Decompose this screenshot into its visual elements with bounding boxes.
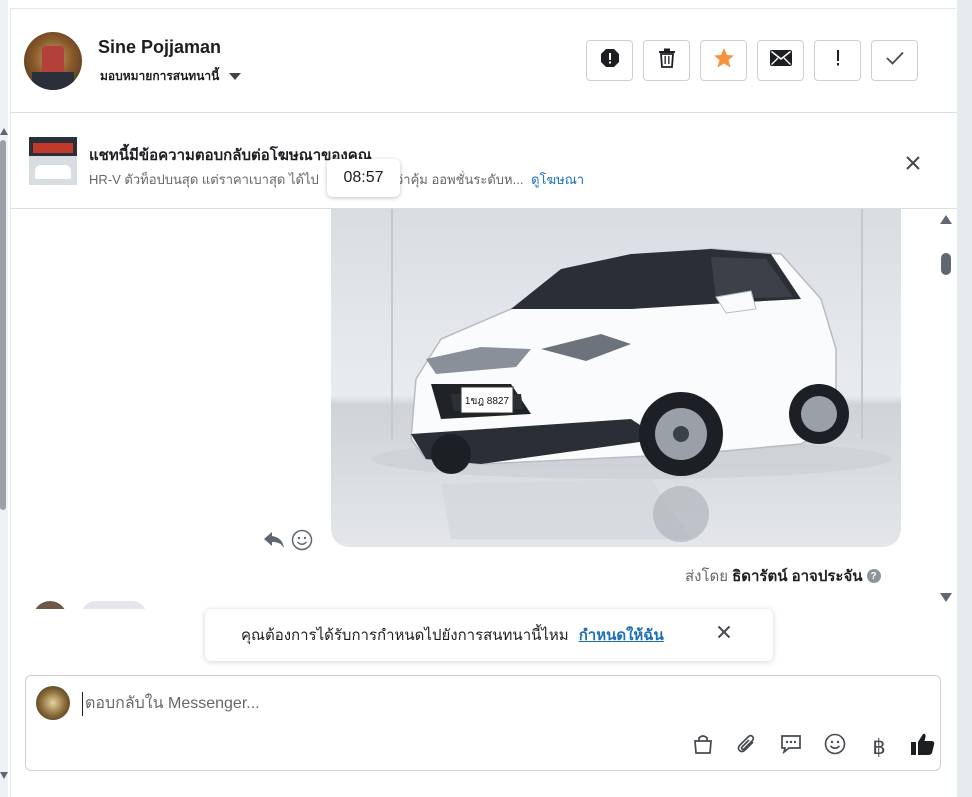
follow-up-button[interactable] <box>814 40 861 81</box>
contact-name[interactable]: Sine Pojjaman <box>98 37 221 58</box>
composer-toolbar: ฿ <box>688 732 938 762</box>
conversation-panel: Sine Pojjaman มอบหมายการสนทนานี้ แชทนี้ม… <box>10 8 957 797</box>
ad-thumbnail[interactable] <box>29 137 77 185</box>
sent-by-info: ส่งโดย ธิดารัตน์ อาจประจัน ? <box>685 564 881 588</box>
shopping-bag-button[interactable] <box>688 732 718 762</box>
shopping-bag-icon <box>692 733 714 761</box>
view-ad-link[interactable]: ดูโฆษณา <box>531 172 584 187</box>
done-button[interactable] <box>871 40 918 81</box>
smiley-icon <box>824 733 846 761</box>
saved-replies-button[interactable] <box>776 732 806 762</box>
star-icon <box>713 47 735 74</box>
left-scrollbar-thumb[interactable] <box>0 140 6 510</box>
emoji-button[interactable] <box>820 732 850 762</box>
assign-conversation-dropdown[interactable]: มอบหมายการสนทนานี้ <box>100 67 242 86</box>
emoji-react-icon[interactable] <box>291 529 313 556</box>
star-button[interactable] <box>700 40 747 81</box>
message-thread[interactable]: 1ขฎ 8827 ส่งโดย ธิดารัตน์ อาจประจัน ? <box>11 209 941 609</box>
trash-icon <box>658 48 676 73</box>
ad-text-head: HR-V ตัวท็อปบนสุด แต่ราคาเบาสุด ได้ไป <box>89 172 319 187</box>
envelope-icon <box>769 50 792 71</box>
close-banner-button[interactable] <box>901 153 925 177</box>
assign-prompt-text: คุณต้องการได้รับการกำหนดไปยังการสนทนานี้… <box>241 627 569 644</box>
alert-octagon-icon <box>600 48 620 73</box>
delete-button[interactable] <box>643 40 690 81</box>
assign-label: มอบหมายการสนทนานี้ <box>100 69 220 83</box>
close-icon <box>717 625 731 643</box>
close-icon <box>905 155 921 176</box>
contact-avatar[interactable] <box>24 32 82 90</box>
scrollbar-thumb[interactable] <box>941 253 951 275</box>
left-scroll-up-arrow[interactable] <box>0 128 8 135</box>
conversation-header: Sine Pojjaman มอบหมายการสนทนานี้ <box>11 9 957 113</box>
page-avatar <box>36 686 70 720</box>
ad-text-tail: ว่าคุ้ม ออพชั่นระดับห... <box>396 172 524 187</box>
spam-button[interactable] <box>586 40 633 81</box>
help-icon[interactable]: ? <box>866 569 881 583</box>
message-actions <box>263 529 313 556</box>
chat-bubble-icon <box>780 733 802 761</box>
paperclip-icon <box>736 733 758 761</box>
payment-button[interactable]: ฿ <box>864 732 894 762</box>
scroll-down-arrow[interactable] <box>940 593 952 602</box>
scroll-up-arrow[interactable] <box>940 215 952 224</box>
mark-unread-button[interactable] <box>757 40 804 81</box>
chevron-down-icon <box>229 73 242 80</box>
reply-composer: ฿ <box>25 675 941 771</box>
thumbs-up-button[interactable] <box>908 732 938 762</box>
timestamp-tooltip: 08:57 <box>327 159 400 197</box>
baht-icon: ฿ <box>872 735 886 759</box>
ad-reply-banner: แชทนี้มีข้อความตอบกลับต่อโฆษณาของคุณ HR-… <box>11 113 957 209</box>
sent-by-name[interactable]: ธิดารัตน์ อาจประจัน <box>732 564 862 588</box>
exclamation-icon <box>835 48 841 73</box>
assign-prompt: คุณต้องการได้รับการกำหนดไปยังการสนทนานี้… <box>205 609 773 661</box>
left-scroll-down-arrow[interactable] <box>0 772 8 779</box>
reply-input[interactable] <box>82 692 882 716</box>
message-bubble-peek <box>81 601 147 609</box>
car-photo: 1ขฎ 8827 <box>371 248 891 542</box>
attach-file-button[interactable] <box>732 732 762 762</box>
checkmark-icon <box>885 50 905 71</box>
close-assign-prompt-button[interactable] <box>713 623 735 645</box>
message-image-car[interactable]: 1ขฎ 8827 <box>331 209 901 547</box>
app-window: Sine Pojjaman มอบหมายการสนทนานี้ แชทนี้ม… <box>0 0 972 797</box>
assign-to-me-link[interactable]: กำหนดให้ฉัน <box>579 623 664 647</box>
sent-by-prefix: ส่งโดย <box>685 568 729 585</box>
reply-icon[interactable] <box>263 530 285 555</box>
license-plate-text: 1ขฎ 8827 <box>465 396 510 407</box>
thumbs-up-icon <box>910 732 936 762</box>
contact-avatar-small <box>33 601 67 609</box>
